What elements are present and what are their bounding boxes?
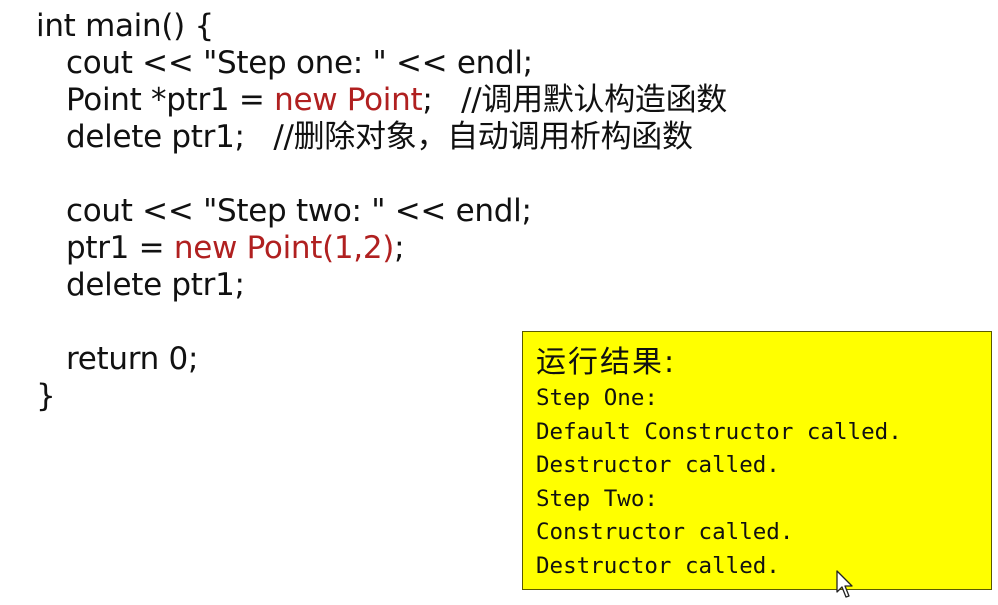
- code-keyword-new: new Point(1,2): [173, 230, 395, 266]
- code-text: ;: [394, 230, 405, 266]
- code-line-delete-one: delete ptr1; //删除对象，自动调用析构函数: [66, 119, 693, 155]
- mouse-pointer-icon: [836, 570, 856, 600]
- output-line: Step Two:: [536, 485, 658, 512]
- output-line: Constructor called.: [536, 519, 794, 545]
- code-line-delete-two: delete ptr1;: [66, 267, 245, 303]
- code-line-cout-step-two: cout << "Step two: " << endl;: [66, 193, 532, 229]
- code-text: ptr1 =: [66, 230, 174, 266]
- output-line: Step One:: [536, 385, 658, 411]
- code-line-new-args: ptr1 = new Point(1,2);: [36, 230, 727, 267]
- output-title: 运行结果:: [536, 345, 677, 380]
- output-line: Default Constructor called.: [536, 418, 902, 445]
- code-comment: ; //调用默认构造函数: [422, 82, 728, 118]
- code-keyword-new: new Point: [274, 82, 423, 118]
- output-line: Destructor called.: [536, 552, 780, 579]
- output-box: 运行结果: Step One: Default Constructor call…: [522, 331, 992, 590]
- code-line-new-default: Point *ptr1 = new Point; //调用默认构造函数: [36, 82, 727, 119]
- code-line-cout-step-one: cout << "Step one: " << endl;: [66, 45, 533, 81]
- code-line-main: int main() {: [36, 8, 214, 44]
- output-line: Destructor called.: [536, 452, 780, 478]
- code-text: Point *ptr1 =: [66, 82, 275, 118]
